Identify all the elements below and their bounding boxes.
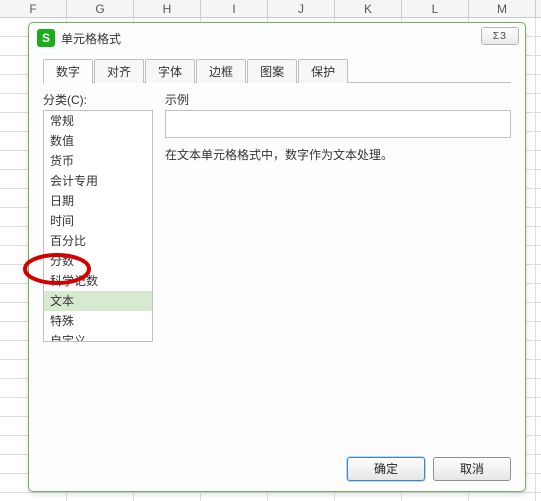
column-header[interactable]: K: [335, 0, 402, 17]
column-header[interactable]: L: [402, 0, 469, 17]
category-item[interactable]: 自定义: [44, 331, 152, 342]
tab-3[interactable]: 边框: [196, 59, 246, 83]
category-item[interactable]: 货币: [44, 151, 152, 171]
cancel-button[interactable]: 取消: [433, 457, 511, 481]
category-item[interactable]: 分数: [44, 251, 152, 271]
tab-1[interactable]: 对齐: [94, 59, 144, 83]
column-headers: FGHIJKLM: [0, 0, 541, 18]
titlebar: S 单元格格式 ΣЗ: [29, 23, 525, 53]
cell-format-dialog: S 单元格格式 ΣЗ 数字对齐字体边框图案保护 分类(C): 常规数值货币会计专…: [28, 22, 526, 492]
category-item[interactable]: 科学记数: [44, 271, 152, 291]
column-header[interactable]: M: [469, 0, 536, 17]
category-item[interactable]: 文本: [44, 291, 152, 311]
column-header[interactable]: J: [268, 0, 335, 17]
category-column: 分类(C): 常规数值货币会计专用日期时间百分比分数科学记数文本特殊自定义: [43, 91, 153, 451]
ok-button[interactable]: 确定: [347, 457, 425, 481]
category-item[interactable]: 百分比: [44, 231, 152, 251]
category-item[interactable]: 常规: [44, 111, 152, 131]
button-bar: 确定 取消: [43, 451, 511, 481]
category-item[interactable]: 特殊: [44, 311, 152, 331]
format-description: 在文本单元格格式中，数字作为文本处理。: [165, 146, 511, 164]
category-label: 分类(C):: [43, 91, 153, 108]
app-icon: S: [37, 29, 55, 47]
tabstrip: 数字对齐字体边框图案保护: [43, 59, 511, 83]
column-header[interactable]: H: [134, 0, 201, 17]
category-item[interactable]: 时间: [44, 211, 152, 231]
dialog-body: 数字对齐字体边框图案保护 分类(C): 常规数值货币会计专用日期时间百分比分数科…: [29, 53, 525, 491]
category-item[interactable]: 数值: [44, 131, 152, 151]
category-item[interactable]: 日期: [44, 191, 152, 211]
tab-4[interactable]: 图案: [247, 59, 297, 83]
sample-label: 示例: [165, 91, 511, 108]
dialog-title: 单元格格式: [61, 30, 121, 47]
category-list[interactable]: 常规数值货币会计专用日期时间百分比分数科学记数文本特殊自定义: [43, 110, 153, 342]
column-header[interactable]: F: [0, 0, 67, 17]
tab-0[interactable]: 数字: [43, 59, 93, 84]
tab-5[interactable]: 保护: [298, 59, 348, 83]
column-header[interactable]: I: [201, 0, 268, 17]
close-button[interactable]: ΣЗ: [481, 27, 519, 45]
column-header[interactable]: G: [67, 0, 134, 17]
tab-content: 分类(C): 常规数值货币会计专用日期时间百分比分数科学记数文本特殊自定义 示例…: [43, 83, 511, 451]
tab-2[interactable]: 字体: [145, 59, 195, 83]
detail-column: 示例 在文本单元格格式中，数字作为文本处理。: [165, 91, 511, 451]
category-item[interactable]: 会计专用: [44, 171, 152, 191]
sample-box: [165, 110, 511, 138]
